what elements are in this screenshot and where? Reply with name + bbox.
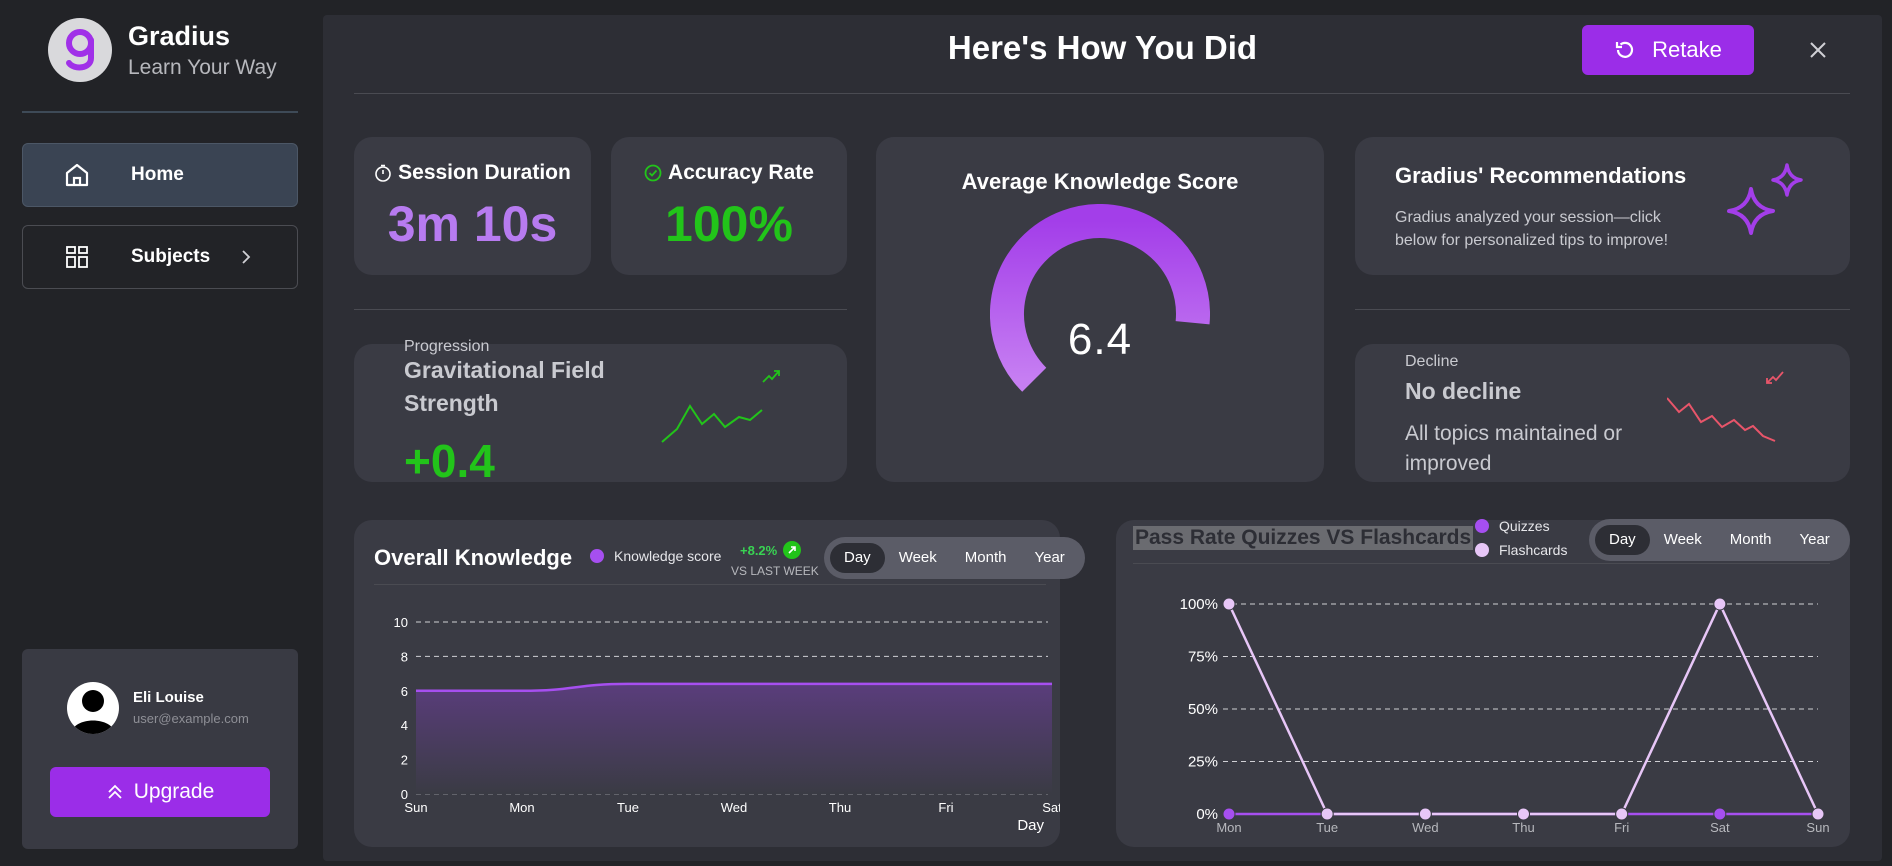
double-chevron-up-icon xyxy=(108,784,122,799)
results-panel: Here's How You Did Retake Session Durati… xyxy=(323,15,1882,861)
avatar[interactable] xyxy=(67,682,119,734)
x-tick-label: Tue xyxy=(617,800,639,815)
accuracy-label: Accuracy Rate xyxy=(668,161,814,184)
user-email: user@example.com xyxy=(133,711,249,726)
accuracy-value: 100% xyxy=(665,196,793,252)
y-tick-label: 8 xyxy=(401,649,408,664)
header-divider xyxy=(354,93,1850,94)
flashcards-point xyxy=(1517,807,1530,821)
quizzes-point xyxy=(1713,807,1727,821)
y-tick-label: 6 xyxy=(401,684,408,699)
brand[interactable]: Gradius Learn Your Way xyxy=(48,18,277,82)
sparkle-icon xyxy=(1727,163,1803,235)
pass-rate-chart: 0% 25% 50% 75% 100% Mon Tue Wed Thu Fri Sat Sun xyxy=(1180,596,1830,835)
knowledge-score-value: 6.4 xyxy=(1067,315,1133,364)
trend-up-icon xyxy=(762,370,780,383)
x-tick-label: Fri xyxy=(1614,820,1629,835)
y-tick-label: 50% xyxy=(1188,701,1218,718)
check-circle-icon xyxy=(644,164,662,182)
knowledge-area xyxy=(416,683,1052,794)
knowledge-score-card: Average Knowledge Score 6.4 xyxy=(876,137,1324,482)
upgrade-button[interactable]: Upgrade xyxy=(50,767,270,817)
x-tick-label: Sat xyxy=(1710,820,1730,835)
x-tick-label: Mon xyxy=(1216,820,1241,835)
progression-card: Progression Gravitational Field Strength… xyxy=(354,338,847,487)
progression-topic: Gravitational Field Strength xyxy=(404,357,605,416)
sidebar-item-label: Home xyxy=(131,164,184,185)
close-button[interactable] xyxy=(1805,37,1831,63)
user-name: Eli Louise xyxy=(133,689,204,706)
y-tick-label: 2 xyxy=(401,753,408,768)
recommendations-description: Gradius analyzed your session—click belo… xyxy=(1395,209,1669,249)
sidebar-divider xyxy=(22,111,298,113)
decline-message: All topics maintained or improved xyxy=(1405,422,1623,475)
y-tick-label: 25% xyxy=(1188,754,1218,771)
brand-name: Gradius xyxy=(128,20,231,51)
session-duration-value: 3m 10s xyxy=(387,196,558,252)
retake-button[interactable]: Retake xyxy=(1582,25,1754,75)
decline-sparkline xyxy=(1667,397,1776,442)
y-tick-label: 4 xyxy=(401,718,408,733)
pass-rate-card: Pass Rate Quizzes VS Flashcards Quizzes … xyxy=(1116,518,1850,847)
recommendations-title: Gradius' Recommendations xyxy=(1395,163,1687,188)
y-tick-label: 10 xyxy=(394,615,408,630)
flashcards-point xyxy=(1222,597,1236,611)
knowledge-score-title: Average Knowledge Score xyxy=(961,169,1239,194)
flashcards-point xyxy=(1615,807,1629,821)
x-tick-label: Sun xyxy=(1806,820,1829,835)
x-tick-label: Mon xyxy=(509,800,534,815)
x-tick-label: Sat xyxy=(1042,800,1060,815)
chevron-right-icon xyxy=(241,250,255,264)
divider xyxy=(354,309,847,310)
stopwatch-icon xyxy=(375,164,391,182)
x-tick-label: Fri xyxy=(938,800,953,815)
decline-caption: Decline xyxy=(1405,353,1459,370)
upgrade-label: Upgrade xyxy=(133,780,215,803)
brand-tagline: Learn Your Way xyxy=(128,55,277,79)
retake-label: Retake xyxy=(1652,37,1722,62)
flashcards-point xyxy=(1713,597,1727,611)
y-tick-label: 100% xyxy=(1180,596,1218,613)
x-tick-label: Wed xyxy=(1412,820,1439,835)
refresh-icon xyxy=(1616,41,1634,58)
home-icon xyxy=(63,161,91,189)
overall-knowledge-chart: 0246810Sun Mon Tue Wed Thu Fri SatDay xyxy=(394,615,1060,834)
x-tick-label: Wed xyxy=(721,800,748,815)
user-card: Eli Louise user@example.com Upgrade xyxy=(22,649,298,849)
decline-title: No decline xyxy=(1405,378,1522,404)
recommendations-card[interactable]: Gradius' Recommendations Gradius analyze… xyxy=(1355,137,1850,275)
sidebar-item-label: Subjects xyxy=(131,246,211,267)
session-duration-label: Session Duration xyxy=(398,161,571,184)
trend-down-icon xyxy=(1766,371,1784,384)
quizzes-point xyxy=(1222,807,1236,821)
session-duration-card: Session Duration 3m 10s xyxy=(354,137,591,275)
flashcards-point xyxy=(1320,807,1334,821)
x-tick-label: Thu xyxy=(829,800,851,815)
x-tick-label: Thu xyxy=(1512,820,1534,835)
gradius-logo xyxy=(48,18,112,82)
close-icon xyxy=(1810,42,1826,58)
x-tick-label: Tue xyxy=(1316,820,1338,835)
y-tick-label: 0% xyxy=(1196,806,1218,823)
overall-knowledge-card: Overall Knowledge Knowledge score +8.2% … xyxy=(354,520,1085,847)
sidebar-item-home[interactable]: Home xyxy=(22,143,298,207)
flashcards-point xyxy=(1811,807,1825,821)
x-axis-label: Day xyxy=(1017,817,1044,834)
sidebar-item-subjects[interactable]: Subjects xyxy=(22,225,298,289)
y-tick-label: 75% xyxy=(1188,649,1218,666)
sidebar: Gradius Learn Your Way Home Subjects Eli… xyxy=(0,0,320,866)
decline-card: Decline No decline All topics maintained… xyxy=(1355,344,1850,482)
flashcards-point xyxy=(1418,807,1432,821)
knowledge-score-gauge xyxy=(990,204,1210,392)
accuracy-card: Accuracy Rate 100% xyxy=(611,137,847,275)
divider xyxy=(1355,309,1850,310)
grid-icon xyxy=(63,243,91,271)
x-tick-label: Sun xyxy=(404,800,427,815)
progression-delta: +0.4 xyxy=(404,435,495,487)
